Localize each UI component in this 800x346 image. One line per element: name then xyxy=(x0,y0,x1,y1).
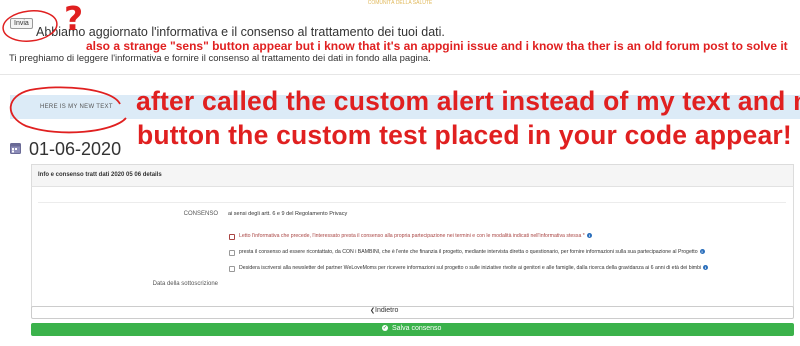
panel-divider xyxy=(38,202,786,203)
annotation-line-2: button the custom test placed in your co… xyxy=(137,120,792,150)
consent-option-3-text: Desidera iscriversi alla newsletter del … xyxy=(239,265,702,271)
subscription-date-label: Data della sottoscrizione xyxy=(152,281,218,287)
consent-option-2[interactable]: presta il consenso ad essere ricontattat… xyxy=(239,249,705,255)
consent-option-1[interactable]: Letto l'informativa che precede, l'inter… xyxy=(239,233,592,239)
consent-checkbox-1[interactable] xyxy=(229,234,235,240)
consent-option-2-text: presta il consenso ad essere ricontattat… xyxy=(239,249,698,255)
header-divider xyxy=(0,74,800,75)
info-icon[interactable]: i xyxy=(703,265,709,271)
consent-checkbox-2[interactable] xyxy=(229,250,235,256)
consent-option-3[interactable]: Desidera iscriversi alla newsletter del … xyxy=(239,265,709,271)
info-icon[interactable]: i xyxy=(699,249,705,255)
invia-button[interactable]: Invia xyxy=(10,18,33,29)
consenso-intro: ai sensi degli artt. 6 e 9 del Regolamen… xyxy=(228,211,348,217)
annotation-question-mark: ? xyxy=(64,0,84,38)
panel-title: Info e consenso tratt dati 2020 05 06 de… xyxy=(38,172,162,178)
ok-circle-icon: ✓ xyxy=(382,325,388,331)
site-logo: COMUNITÀ DELLA SALUTE xyxy=(367,0,433,6)
back-button[interactable] xyxy=(31,306,794,319)
custom-alert-text: HERE IS MY NEW TEXT xyxy=(40,104,113,110)
calendar-icon xyxy=(10,143,21,154)
annotation-line-1: after called the custom alert instead of… xyxy=(136,86,800,116)
update-notice: Abbiamo aggiornato l'informativa e il co… xyxy=(36,25,445,39)
record-date: 01-06-2020 xyxy=(29,139,122,159)
annotation-top-note: also a strange "sens" button appear but … xyxy=(86,39,788,53)
consenso-label: CONSENSO xyxy=(183,211,218,217)
consent-checkbox-3[interactable] xyxy=(229,266,235,272)
privacy-request-text: Ti preghiamo di leggere l'informativa e … xyxy=(9,53,431,64)
info-icon[interactable]: i xyxy=(586,233,592,239)
save-consent-label: Salva consenso xyxy=(392,325,442,332)
back-button-label: Indietro xyxy=(375,307,399,314)
consent-option-1-text: Letto l'informativa che precede, l'inter… xyxy=(239,233,585,239)
